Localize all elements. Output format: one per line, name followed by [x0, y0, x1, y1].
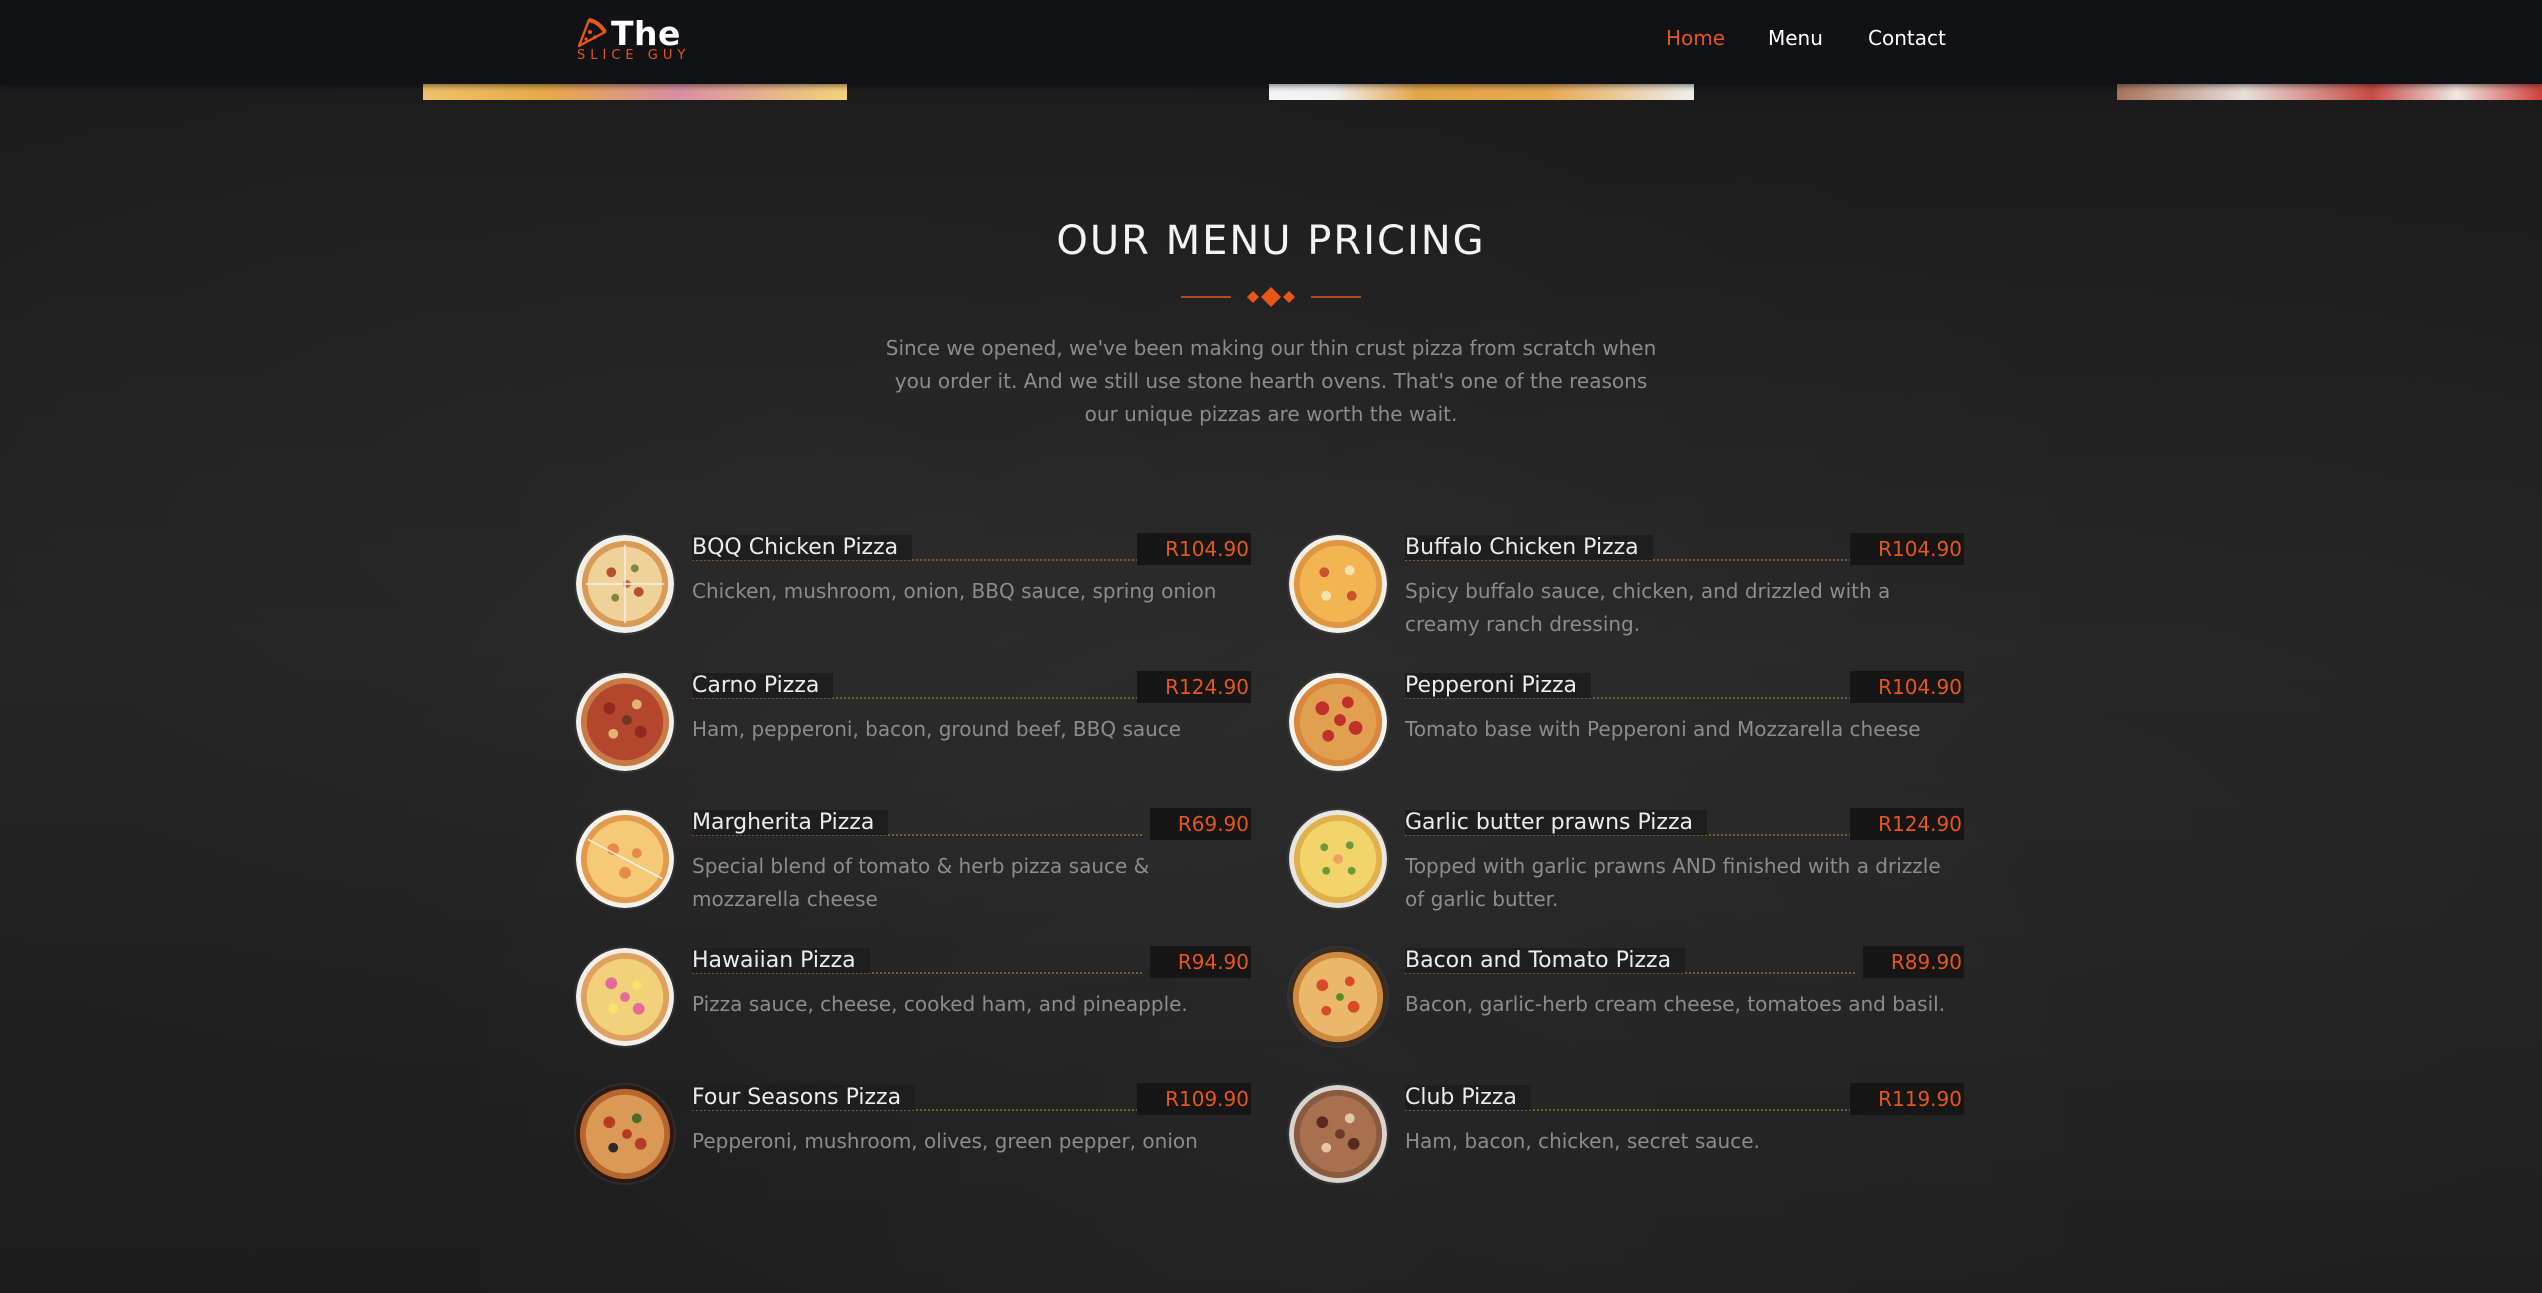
item-description: Special blend of tomato & herb pizza sau…	[692, 854, 1150, 911]
item-name: Margherita Pizza	[692, 810, 889, 835]
brand-tagline: SLICE GUY	[577, 48, 691, 63]
menu-item[interactable]: Carno Pizza R124.90 Ham, pepperoni, baco…	[576, 671, 1251, 783]
section-title: OUR MENU PRICING	[1056, 218, 1486, 264]
nav-contact[interactable]: Contact	[1868, 26, 1946, 50]
pizza-thumbnail	[1289, 1085, 1387, 1183]
gallery-image-strip	[423, 84, 847, 100]
item-name: Four Seasons Pizza	[692, 1085, 916, 1110]
gallery-image-strip	[2117, 84, 2542, 100]
nav-home[interactable]: Home	[1666, 26, 1725, 50]
pizza-thumbnail	[1289, 535, 1387, 633]
item-description: Bacon, garlic-herb cream cheese, tomatoe…	[1405, 992, 1946, 1016]
gallery-image-strip	[1269, 84, 1694, 100]
item-name: Garlic butter prawns Pizza	[1405, 810, 1707, 835]
item-description: Ham, pepperoni, bacon, ground beef, BBQ …	[692, 717, 1182, 741]
diamond-divider	[1181, 287, 1361, 307]
menu-item[interactable]: Buffalo Chicken Pizza R104.90 Spicy buff…	[1289, 533, 1964, 645]
item-name: Pepperoni Pizza	[1405, 673, 1592, 698]
item-price: R69.90	[1149, 808, 1251, 840]
menu-item[interactable]: BQQ Chicken Pizza R104.90 Chicken, mushr…	[576, 533, 1251, 645]
item-name: Buffalo Chicken Pizza	[1405, 535, 1653, 560]
item-description: Ham, bacon, chicken, secret sauce.	[1405, 1129, 1760, 1153]
item-price: R104.90	[1137, 533, 1251, 565]
menu-item[interactable]: Bacon and Tomato Pizza R89.90 Bacon, gar…	[1289, 946, 1964, 1058]
item-description: Topped with garlic prawns AND finished w…	[1405, 854, 1941, 911]
item-name: BQQ Chicken Pizza	[692, 535, 913, 560]
menu-item[interactable]: Margherita Pizza R69.90 Special blend of…	[576, 808, 1251, 920]
site-header: The SLICE GUY Home Menu Contact	[0, 0, 2542, 84]
pizza-thumbnail	[576, 948, 674, 1046]
item-description: Pepperoni, mushroom, olives, green peppe…	[692, 1129, 1198, 1153]
menu-item[interactable]: Pepperoni Pizza R104.90 Tomato base with…	[1289, 671, 1964, 783]
brand-logo[interactable]: The SLICE GUY	[575, 14, 705, 68]
item-name: Carno Pizza	[692, 673, 834, 698]
pizza-thumbnail	[576, 810, 674, 908]
item-description: Tomato base with Pepperoni and Mozzarell…	[1405, 717, 1921, 741]
section-intro: Since we opened, we've been making our t…	[885, 336, 1657, 426]
item-price: R104.90	[1850, 533, 1964, 565]
nav-menu[interactable]: Menu	[1768, 26, 1823, 50]
item-price: R94.90	[1149, 946, 1251, 978]
item-name: Bacon and Tomato Pizza	[1405, 948, 1686, 973]
item-price: R124.90	[1137, 671, 1251, 703]
item-name: Hawaiian Pizza	[692, 948, 870, 973]
pizza-thumbnail	[576, 1085, 674, 1183]
item-description: Spicy buffalo sauce, chicken, and drizzl…	[1405, 579, 1891, 636]
pizza-slice-icon	[577, 18, 607, 48]
item-price: R104.90	[1850, 671, 1964, 703]
main-nav: Home Menu Contact	[1666, 26, 1946, 56]
pizza-thumbnail	[1289, 810, 1387, 908]
item-name: Club Pizza	[1405, 1085, 1531, 1110]
item-price: R89.90	[1862, 946, 1964, 978]
item-description: Chicken, mushroom, onion, BBQ sauce, spr…	[692, 579, 1217, 603]
menu-item[interactable]: Club Pizza R119.90 Ham, bacon, chicken, …	[1289, 1083, 1964, 1195]
pizza-thumbnail	[1289, 948, 1387, 1046]
menu-item[interactable]: Four Seasons Pizza R109.90 Pepperoni, mu…	[576, 1083, 1251, 1195]
pizza-thumbnail	[576, 673, 674, 771]
item-price: R124.90	[1850, 808, 1964, 840]
pizza-thumbnail	[576, 535, 674, 633]
pizza-thumbnail	[1289, 673, 1387, 771]
chalkboard-background	[0, 0, 2542, 1293]
item-price: R119.90	[1850, 1083, 1964, 1115]
menu-item[interactable]: Garlic butter prawns Pizza R124.90 Toppe…	[1289, 808, 1964, 920]
item-price: R109.90	[1137, 1083, 1251, 1115]
item-description: Pizza sauce, cheese, cooked ham, and pin…	[692, 992, 1188, 1016]
menu-item[interactable]: Hawaiian Pizza R94.90 Pizza sauce, chees…	[576, 946, 1251, 1058]
